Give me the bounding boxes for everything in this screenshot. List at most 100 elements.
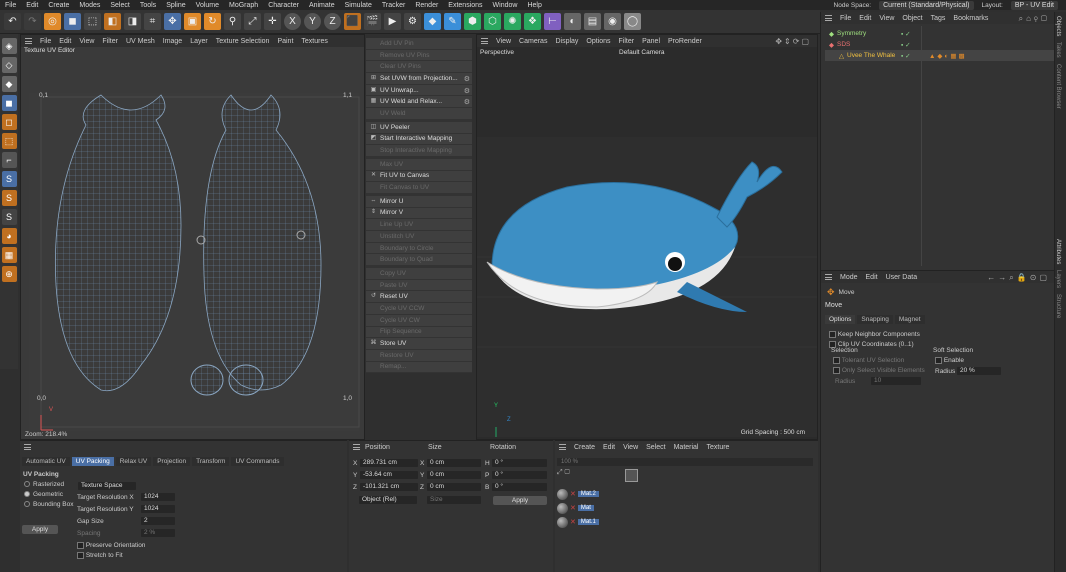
side-tab-attributes[interactable]: Attributes [1055,109,1061,264]
gear-icon[interactable]: ⚙ [464,75,470,83]
attribute-nav-icons[interactable]: ←→⌕🔒⊙▢ [987,273,1050,283]
material-preview-thumbnail[interactable] [625,469,638,482]
object-row[interactable]: ◆ Symmetry ▪ ✓ [825,28,1054,39]
menu-tools[interactable]: Tools [135,2,161,9]
menu-create[interactable]: Create [574,444,595,451]
deformer-icon[interactable]: ✺ [504,13,521,30]
cube-icon[interactable]: ◆ [424,13,441,30]
menu-window[interactable]: Window [488,2,523,9]
soft-enable-checkbox[interactable] [935,357,942,364]
menu-texture[interactable]: Texture [707,444,730,451]
uv-cmd-uv-weld-and-relax[interactable]: ▦ UV Weld and Relax... ⚙ [366,96,472,109]
rect-selection-icon[interactable]: ⬚ [84,13,101,30]
menu-render[interactable]: Render [410,2,443,9]
coord-mode-dropdown[interactable]: Object (Rel) [359,496,417,504]
uv-island-eye-left[interactable] [190,364,224,396]
object-visibility-icon[interactable]: ▪ ✓ [901,41,911,49]
uv-cmd-start-interactive-mapping[interactable]: ◩ Start Interactive Mapping [366,133,472,146]
menu-extensions[interactable]: Extensions [443,2,487,9]
stretch-to-fit-checkbox[interactable] [77,552,84,559]
object-visibility-icon[interactable]: ▪ ✓ [901,52,911,60]
radio-button[interactable] [24,501,30,508]
material-item[interactable]: ✕ Mat [555,501,599,515]
position-field[interactable]: -53.64 cm [360,471,418,479]
radius-field[interactable]: 10 [871,377,921,385]
position-field[interactable]: 289.731 cm [360,459,418,467]
uv-pack-apply-button[interactable]: Apply [22,525,58,534]
menu-edit[interactable]: Edit [866,274,878,281]
res-x-field[interactable]: 1024 [141,493,175,501]
menu-bookmarks[interactable]: Bookmarks [953,15,988,22]
object-tags[interactable]: ▲◆◐▦▩ [929,52,967,60]
uv-cmd-cycle-uv-cw[interactable]: Cycle UV CW [366,314,472,327]
perspective-viewport[interactable]: View Cameras Display Options Filter Panel ProR… [476,34,818,440]
gap-size-field[interactable]: 2 [141,517,175,525]
z-axis-lock-icon[interactable]: Z [324,13,341,30]
method-geometric[interactable]: Geometric [24,491,73,501]
uv-cmd-mirror-u[interactable]: ⇔ Mirror U [366,195,472,208]
material-filter-icons[interactable]: ⤢ ▢ [557,469,570,477]
viewport-nav-icons[interactable]: ✥⇕⟳▢ [775,37,811,46]
spline-icon[interactable]: ⊢ [544,13,561,30]
menu-view[interactable]: View [623,444,638,451]
menu-file[interactable]: File [40,38,51,45]
object-manager-icons[interactable]: ⌕⌂⚲▢ [1019,14,1050,24]
texture-space-dropdown[interactable]: Texture Space [78,482,136,490]
uv-cmd-set-uvw-from-projection[interactable]: ⊞ Set UVW from Projection... ⚙ [366,73,472,85]
viewport-camera[interactable]: Default Camera [619,49,665,56]
undo-icon[interactable]: ↶ [4,13,21,30]
live-selection-icon[interactable]: ◎ [44,13,61,30]
res-y-field[interactable]: 1024 [141,505,175,513]
tab-snapping[interactable]: Snapping [857,315,893,324]
menu-view[interactable]: View [496,38,511,45]
uv-canvas[interactable] [21,55,366,440]
axis-tool-icon[interactable]: ⤢ [244,13,261,30]
attr-panel-menu-icon[interactable] [825,274,832,280]
rotation-field[interactable]: 0 ° [492,459,547,467]
uv-cmd-clear-uv-pins[interactable]: Clear UV Pins [366,61,472,74]
side-tab-layers[interactable]: Layers [1055,264,1061,288]
tab-automatic-uv[interactable]: Automatic UV [22,457,70,466]
menu-image[interactable]: Image [163,38,182,45]
node-space-dropdown[interactable]: Current (Standard/Physical) [879,0,974,10]
layout-dropdown[interactable]: BP - UV Edit [1010,0,1058,10]
object-row[interactable]: △ Uvee The Whale ▪ ✓ ▲◆◐▦▩ [825,50,1054,61]
uv-cmd-restore-uv[interactable]: Restore UV [366,349,472,362]
paint-icon[interactable]: ◕ [1,228,17,244]
uv-cmd-stop-interactive-mapping[interactable]: Stop Interactive Mapping [366,145,472,157]
field-icon[interactable]: ❖ [524,13,541,30]
menu-cameras[interactable]: Cameras [519,38,547,45]
uv-cmd-flip-sequence[interactable]: Flip Sequence [366,326,472,339]
menu-edit[interactable]: Edit [603,444,615,451]
solo-off-icon[interactable]: S [1,209,17,225]
coordinates-apply-button[interactable]: Apply [493,496,547,505]
menu-tags[interactable]: Tags [931,15,946,22]
menu-tracker[interactable]: Tracker [377,2,410,9]
menu-uv-mesh[interactable]: UV Mesh [126,38,155,45]
menu-display[interactable]: Display [555,38,578,45]
uv-cmd-unstitch-uv[interactable]: Unstitch UV [366,231,472,243]
menu-view[interactable]: View [879,15,894,22]
material-zoom[interactable]: 100 % [557,459,578,465]
move-tool-icon[interactable]: ✥ [164,13,181,30]
uv-polygon-mode-icon[interactable]: ◆ [1,76,17,92]
menu-object[interactable]: Object [902,15,922,22]
position-field[interactable]: -101.321 cm [360,483,418,491]
side-tab-content-browser[interactable]: Content Browser [1055,58,1061,109]
uv-manager-menu-icon[interactable] [24,444,31,450]
menu-select[interactable]: Select [646,444,665,451]
render-view-icon[interactable]: 🎬 [364,13,381,30]
menu-file[interactable]: File [0,2,21,9]
menu-modes[interactable]: Modes [74,2,105,9]
solo-icon[interactable]: S [1,171,17,187]
model-mode-icon[interactable]: ◼ [64,13,81,30]
menu-panel[interactable]: Panel [642,38,660,45]
scale-tool-icon[interactable]: ▣ [184,13,201,30]
menu-select[interactable]: Select [105,2,134,9]
menu-layer[interactable]: Layer [190,38,208,45]
menu-spline[interactable]: Spline [161,2,190,9]
method-bounding-box[interactable]: Bounding Box [24,501,73,511]
uv-cmd-copy-uv[interactable]: Copy UV [366,268,472,280]
uv-cmd-remap[interactable]: Remap... [366,361,472,374]
uv-cmd-boundary-to-circle[interactable]: Boundary to Circle [366,242,472,255]
